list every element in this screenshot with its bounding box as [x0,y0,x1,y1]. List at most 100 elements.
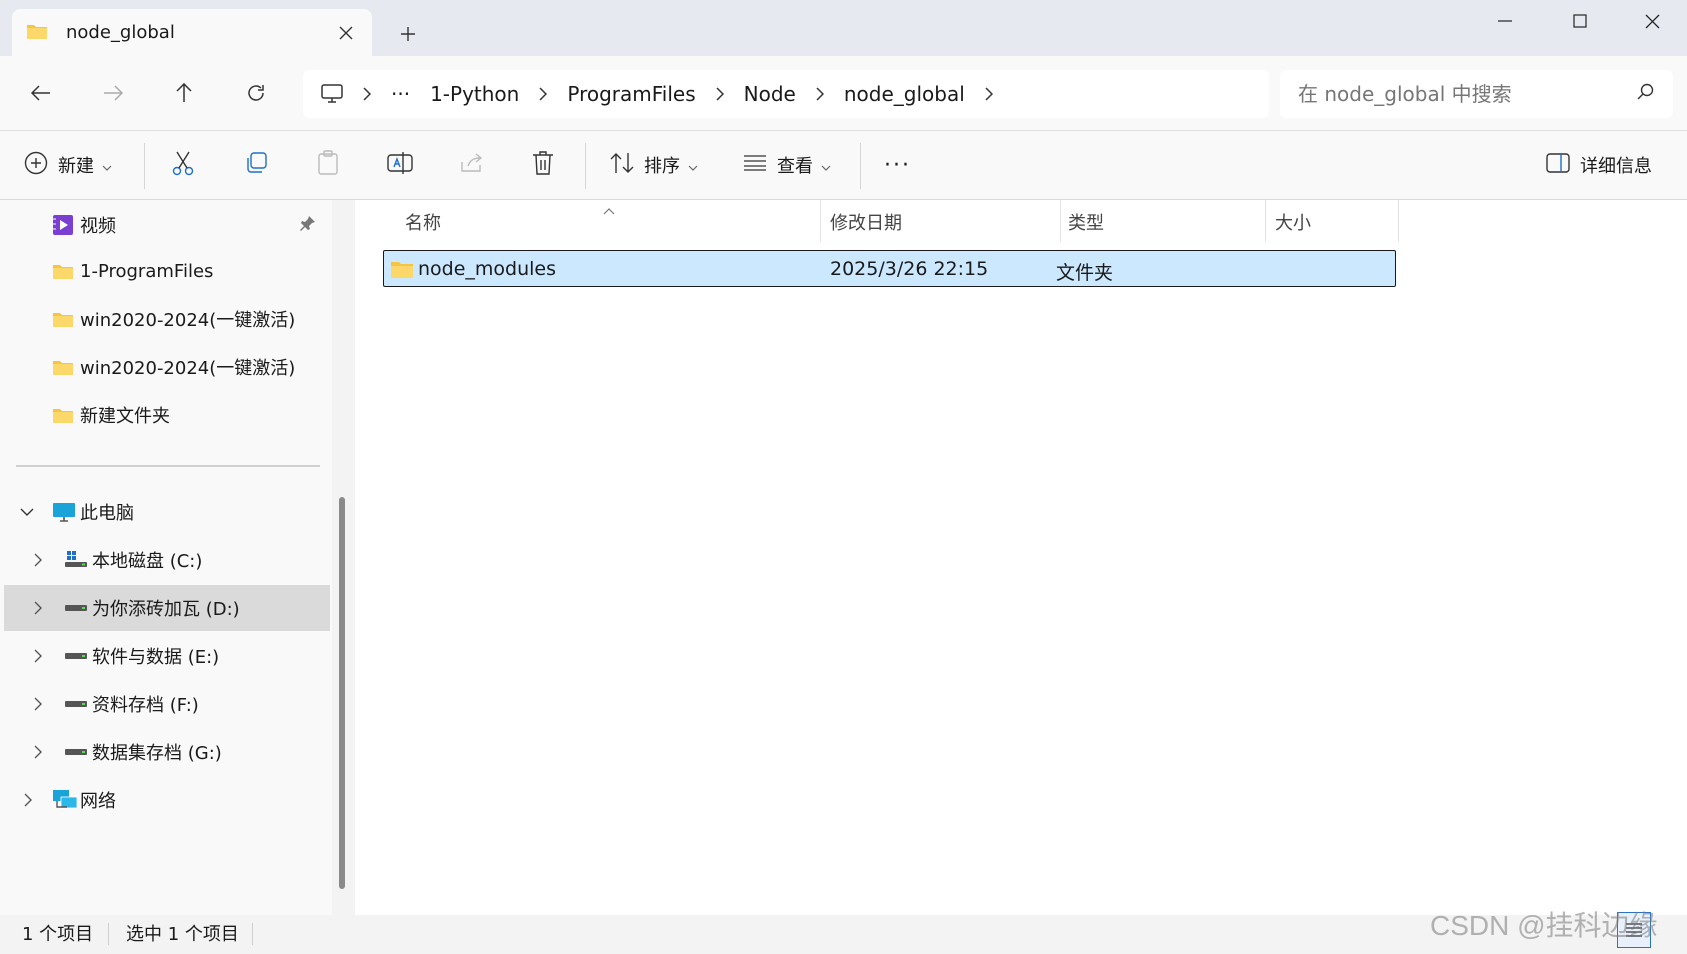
file-name: node_modules [418,258,557,280]
toolbar-divider [144,143,145,189]
details-pane-button[interactable]: 详细信息 [1546,145,1652,185]
chevron-down-icon[interactable] [20,508,34,516]
file-type: 文件夹 [1056,262,1114,284]
video-icon [52,214,74,236]
share-icon [460,152,484,179]
search-icon[interactable] [1637,83,1655,105]
sidebar-item-drive-d[interactable]: 为你添砖加瓦 (D:) [4,585,330,631]
copy-icon [244,151,268,180]
navigation-row: ··· 1-Python ProgramFiles Node node_glob… [0,56,1687,130]
chevron-right-icon[interactable] [975,87,1003,101]
chevron-right-icon[interactable] [34,553,42,567]
search-box[interactable] [1280,70,1673,118]
breadcrumb-node-global[interactable]: node_global [834,82,975,106]
table-row[interactable]: node_modules 2025/3/26 22:15 文件夹 [383,250,1396,287]
chevron-right-icon[interactable] [34,697,42,711]
sidebar-item-new-folder[interactable]: 新建文件夹 [4,392,330,438]
sidebar-item-videos[interactable]: 视频 [4,202,330,248]
pin-icon[interactable] [300,215,316,236]
toolbar-divider [860,143,861,189]
share-button[interactable] [460,145,484,185]
up-button[interactable] [164,73,204,113]
chevron-right-icon[interactable] [353,87,381,101]
drive-icon [64,700,88,708]
paste-icon [316,149,340,181]
sort-icon [610,152,634,179]
column-divider[interactable] [820,200,821,242]
sidebar-item-drive-f[interactable]: 资料存档 (F:) [4,681,330,727]
sidebar-item-1-programfiles[interactable]: 1-ProgramFiles [4,248,330,294]
column-header-type[interactable]: 类型 [1068,200,1104,244]
tab-node-global[interactable]: node_global [12,9,372,56]
folder-icon [390,259,414,284]
column-header-modified[interactable]: 修改日期 [830,200,902,244]
sidebar-item-drive-g[interactable]: 数据集存档 (G:) [4,729,330,775]
chevron-right-icon[interactable] [706,87,734,101]
search-input[interactable] [1298,82,1637,106]
folder-icon [26,22,48,44]
new-tab-button[interactable] [392,18,424,50]
view-label: 查看 [777,156,813,177]
chevron-right-icon[interactable] [806,87,834,101]
paste-button[interactable] [316,145,340,185]
view-button[interactable]: 查看 [743,145,831,185]
column-header-size[interactable]: 大小 [1275,200,1311,244]
sidebar-item-win2020-2024[interactable]: win2020-2024(一键激活) [4,296,330,342]
sidebar-item-label: 网络 [80,791,116,812]
chevron-down-icon [821,155,831,176]
sidebar-divider [16,465,320,467]
rename-button[interactable] [387,145,413,185]
breadcrumb-1-python[interactable]: 1-Python [420,82,529,106]
chevron-right-icon[interactable] [34,649,42,663]
column-divider[interactable] [1265,200,1266,242]
chevron-right-icon[interactable] [34,601,42,615]
sidebar-item-label: 本地磁盘 (C:) [92,551,203,572]
trash-icon [532,150,554,181]
refresh-button[interactable] [236,73,276,113]
maximize-button[interactable] [1545,0,1615,42]
details-pane-icon [1546,152,1570,178]
address-bar[interactable]: ··· 1-Python ProgramFiles Node node_glob… [303,70,1269,118]
new-button[interactable]: 新建 [24,145,112,185]
watermark: CSDN @挂科边缘 [1430,910,1658,941]
windows-drive-icon [64,551,88,569]
sort-label: 排序 [644,156,680,177]
sidebar-item-network[interactable]: 网络 [4,777,330,823]
sidebar-item-label: win2020-2024(一键激活) [80,358,296,379]
more-options-button[interactable]: ··· [884,145,911,185]
selected-count: 选中 1 个项目 [126,924,239,945]
breadcrumb-node[interactable]: Node [734,82,806,106]
chevron-right-icon[interactable] [24,793,32,807]
chevron-right-icon[interactable] [34,745,42,759]
breadcrumb-ellipsis[interactable]: ··· [381,82,420,106]
cut-button[interactable] [172,145,194,185]
tab-title: node_global [66,22,175,43]
sort-button[interactable]: 排序 [610,145,698,185]
sidebar-item-win2020-2024-copy[interactable]: win2020-2024(一键激活) [4,344,330,390]
delete-button[interactable] [532,145,554,185]
forward-button[interactable] [93,73,133,113]
copy-button[interactable] [244,145,268,185]
file-modified: 2025/3/26 22:15 [830,258,989,280]
back-button[interactable] [21,73,61,113]
computer-icon[interactable] [321,84,353,104]
sidebar-scrollbar[interactable] [339,497,345,889]
chevron-down-icon [102,155,112,176]
column-divider[interactable] [1060,200,1061,242]
minimize-button[interactable] [1470,0,1540,42]
item-count: 1 个项目 [22,924,94,945]
close-window-button[interactable] [1617,0,1687,42]
column-header-name[interactable]: 名称 [405,200,441,244]
sidebar-item-drive-c[interactable]: 本地磁盘 (C:) [4,537,330,583]
close-tab-icon[interactable] [334,21,358,45]
sidebar-item-drive-e[interactable]: 软件与数据 (E:) [4,633,330,679]
sidebar-item-this-pc[interactable]: 此电脑 [4,489,330,535]
view-list-icon [743,154,767,176]
rename-icon [387,150,413,181]
sidebar-item-label: 软件与数据 (E:) [92,647,220,668]
breadcrumb-programfiles[interactable]: ProgramFiles [557,82,705,106]
status-divider [108,923,109,945]
chevron-right-icon[interactable] [529,87,557,101]
column-divider[interactable] [1398,200,1399,242]
new-button-label: 新建 [58,156,94,177]
